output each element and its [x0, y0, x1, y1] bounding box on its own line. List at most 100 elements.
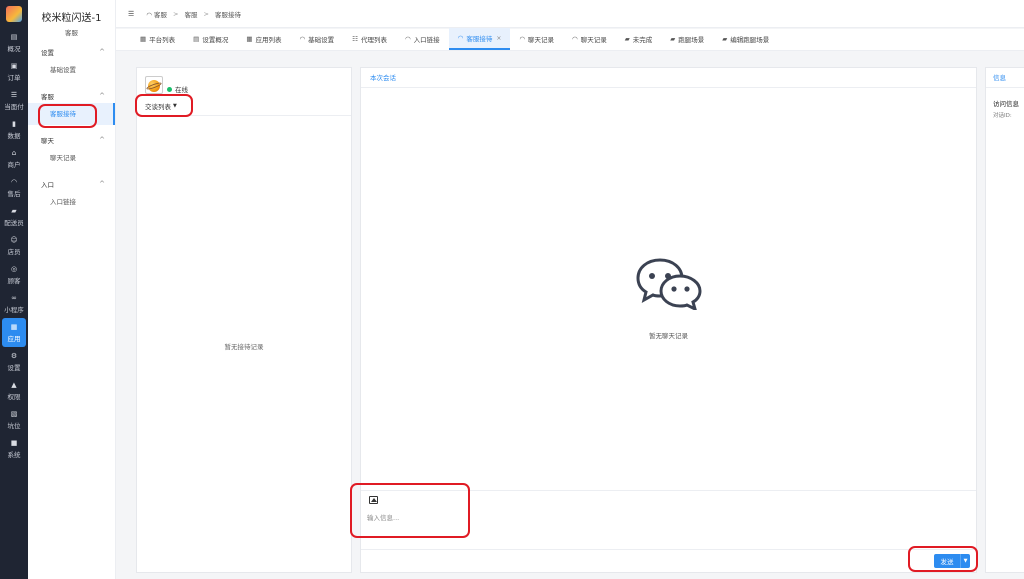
chevron-up-icon: ^ [99, 48, 105, 56]
chevron-down-icon: ▼ [963, 558, 968, 564]
empty-chat-text: 暂无聊天记录 [649, 332, 688, 340]
subnav-group-entry[interactable]: 入口 ^ [28, 177, 115, 191]
subnav-group-label: 设置 [41, 49, 54, 57]
rail-item-slot[interactable]: ▧ 坑位 [0, 405, 28, 434]
rail-item-miniapp[interactable]: ∞ 小程序 [0, 289, 28, 318]
permission-icon: ▲ [11, 380, 17, 389]
tab-1[interactable]: ▤ 设置概况 [184, 28, 237, 50]
tab-11[interactable]: ▰ 编辑跑腿场景 [713, 28, 778, 50]
logo [0, 0, 28, 28]
subnav-group-service[interactable]: 客服 ^ [28, 89, 115, 103]
rail-item-label: 售后 [7, 189, 21, 198]
breadcrumb-separator: > [173, 9, 179, 18]
users-icon: ☷ [352, 35, 358, 43]
order-icon: ▣ [10, 61, 18, 70]
rail-item-pay[interactable]: ☰ 当面付 [0, 86, 28, 115]
breadcrumb-item[interactable]: ◠ 客服 [146, 9, 167, 19]
rail-item-courier[interactable]: ▰ 配送员 [0, 202, 28, 231]
staff-icon: ☺ [10, 235, 18, 244]
tab-label: 代理列表 [360, 36, 387, 44]
tab-8[interactable]: ◠ 聊天记录 [563, 28, 616, 50]
rail-item-settings[interactable]: ⚙ 设置 [0, 347, 28, 376]
tab-label: 未完成 [632, 36, 653, 44]
truck-icon: ▰ [624, 35, 630, 43]
conversation-panel: 在线 交谈列表 ▼ 暂无接待记录 [136, 67, 352, 573]
subnav-group-label: 入口 [41, 181, 54, 189]
info-panel: 信息 访问信息 对话ID: [985, 67, 1024, 573]
truck-icon: ▰ [722, 35, 728, 43]
message-input[interactable] [367, 512, 667, 524]
courier-icon: ▰ [11, 206, 17, 215]
rail-item-label: 订单 [7, 73, 21, 82]
rail-item-data[interactable]: ▮ 数据 [0, 115, 28, 144]
rail-item-permission[interactable]: ▲ 权限 [0, 376, 28, 405]
rail-item-order[interactable]: ▣ 订单 [0, 57, 28, 86]
apps-icon: ▦ [10, 322, 18, 331]
rail-item-label: 设置 [7, 363, 21, 372]
chat-empty-state: 暂无聊天记录 [361, 258, 976, 340]
headset-icon: ◠ [146, 10, 155, 19]
tab-label: 应用列表 [255, 36, 282, 44]
pay-icon: ☰ [10, 90, 18, 99]
headset-icon: ◠ [299, 35, 306, 43]
divider [361, 549, 976, 550]
subnav-item-chat-records[interactable]: 聊天记录 [28, 147, 115, 169]
grid-icon: ▤ [193, 35, 200, 43]
online-status[interactable]: 在线 [167, 84, 188, 94]
merchant-icon: ⌂ [11, 148, 17, 157]
divider [361, 490, 976, 491]
online-label: 在线 [175, 86, 188, 94]
subnav-group-chat[interactable]: 聊天 ^ [28, 133, 115, 147]
send-button-group: 发送 ▼ [934, 554, 970, 568]
rail-item-overview[interactable]: ▤ 概况 [0, 28, 28, 57]
headset-icon: ◠ [404, 35, 411, 43]
tab-9[interactable]: ▰ 未完成 [616, 28, 662, 50]
app-root: ▤ 概况 ▣ 订单 ☰ 当面付 ▮ 数据 ⌂ 商户 ◠ 售后 ▰ 配送员 ☺ 店员 ◎ 顾客 ∞ 小程序 ▦ 应用 ⚙ 设置 ▲… [0, 0, 1024, 579]
logo-image [6, 6, 22, 22]
subnav-item-basic-settings[interactable]: 基础设置 [28, 59, 115, 81]
subnav-item-reception[interactable]: 客服接待 [28, 103, 115, 125]
rail-item-staff[interactable]: ☺ 店员 [0, 231, 28, 260]
tab-0[interactable]: ▦ 平台列表 [131, 28, 184, 50]
tab-label: 入口链接 [413, 36, 440, 44]
close-icon[interactable]: × [496, 35, 501, 42]
tab-label: 基础设置 [308, 36, 335, 44]
visit-info-title: 访问信息 [993, 100, 1019, 108]
headset-icon: ◠ [457, 34, 464, 42]
tab-7[interactable]: ◠ 聊天记录 [510, 28, 563, 50]
tab-label: 平台列表 [149, 36, 176, 44]
conversation-list-dropdown[interactable]: 交谈列表 ▼ [145, 101, 177, 111]
rail-item-label: 坑位 [7, 421, 21, 430]
tab-5[interactable]: ◠ 入口链接 [396, 28, 449, 50]
caret-down-icon: ▼ [173, 103, 177, 109]
tab-10[interactable]: ▰ 跑腿场景 [661, 28, 713, 50]
chevron-up-icon: ^ [99, 180, 105, 188]
session-id-label: 对话ID: [993, 113, 1012, 119]
rail-item-system[interactable]: ■ 系统 [0, 434, 28, 463]
subnav-group-settings[interactable]: 设置 ^ [28, 45, 115, 59]
info-header: 信息 [986, 68, 1024, 88]
rail-item-label: 概况 [7, 44, 21, 53]
wechat-icon [635, 258, 702, 310]
rail-item-merchant[interactable]: ⌂ 商户 [0, 144, 28, 173]
subnav-item-entry-links[interactable]: 入口链接 [28, 191, 115, 213]
headset-icon: ◠ [519, 35, 526, 43]
chevron-up-icon: ^ [99, 92, 105, 100]
chat-header: 本次会话 [361, 68, 976, 88]
rail-item-apps[interactable]: ▦ 应用 [2, 318, 26, 347]
miniapp-icon: ∞ [11, 293, 17, 302]
online-dot-icon [167, 86, 172, 92]
settings-icon: ⚙ [10, 351, 18, 360]
tab-2[interactable]: ▦ 应用列表 [237, 28, 290, 50]
tab-4[interactable]: ☷ 代理列表 [343, 28, 396, 50]
rail-item-customer[interactable]: ◎ 顾客 [0, 260, 28, 289]
breadcrumb-item[interactable]: 客服 [184, 9, 197, 19]
avatar[interactable] [145, 76, 163, 94]
rail-item-aftersale[interactable]: ◠ 售后 [0, 173, 28, 202]
tab-3[interactable]: ◠ 基础设置 [290, 28, 343, 50]
send-button[interactable]: 发送 [934, 554, 960, 568]
send-options-dropdown[interactable]: ▼ [960, 554, 970, 568]
image-upload-icon[interactable] [369, 496, 378, 504]
menu-toggle-icon[interactable]: ☰ [128, 10, 134, 18]
tab-6[interactable]: ◠ 客服接待 × [448, 28, 511, 50]
